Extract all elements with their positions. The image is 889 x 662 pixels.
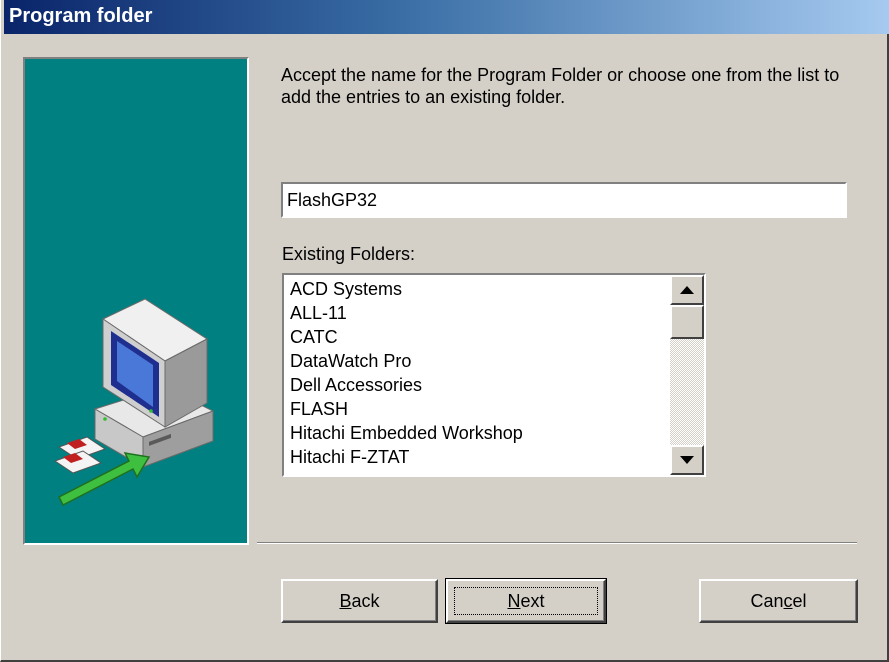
- cancel-button-label: Cancel: [750, 590, 807, 611]
- window-title: Program folder: [9, 5, 153, 27]
- list-item[interactable]: ACD Systems: [290, 277, 523, 301]
- scroll-down-button[interactable]: [670, 445, 704, 475]
- next-button-label: Next: [507, 590, 545, 611]
- next-button[interactable]: Next: [445, 578, 607, 624]
- list-item[interactable]: DataWatch Pro: [290, 349, 523, 373]
- list-item[interactable]: ALL-11: [290, 301, 523, 325]
- list-item[interactable]: CATC: [290, 325, 523, 349]
- scrollbar-thumb[interactable]: [670, 305, 704, 339]
- setup-dialog: Program folder Accept the name for the P…: [0, 0, 889, 662]
- program-folder-name-input[interactable]: [281, 182, 847, 218]
- computer-install-illustration: [53, 298, 215, 507]
- instruction-text: Accept the name for the Program Folder o…: [281, 65, 840, 107]
- existing-folders-list[interactable]: ACD Systems ALL-11 CATC DataWatch Pro De…: [282, 273, 706, 477]
- divider: [257, 542, 857, 544]
- side-graphic-panel: [23, 57, 249, 545]
- list-item[interactable]: Hitachi F-ZTAT: [290, 445, 523, 469]
- list-item[interactable]: FLASH: [290, 397, 523, 421]
- arrow-up-icon: [680, 286, 694, 294]
- list-item[interactable]: Hitachi Embedded Workshop: [290, 421, 523, 445]
- title-bar: Program folder: [4, 0, 889, 34]
- list-item[interactable]: Dell Accessories: [290, 373, 523, 397]
- back-button[interactable]: Back: [281, 579, 438, 623]
- arrow-down-icon: [680, 456, 694, 464]
- cancel-button[interactable]: Cancel: [699, 579, 858, 623]
- scroll-up-button[interactable]: [670, 275, 704, 305]
- existing-folders-label: Existing Folders:: [282, 244, 416, 264]
- back-button-label: Back: [339, 590, 380, 611]
- vertical-scrollbar[interactable]: [670, 275, 704, 475]
- existing-folders-items: ACD Systems ALL-11 CATC DataWatch Pro De…: [290, 277, 523, 469]
